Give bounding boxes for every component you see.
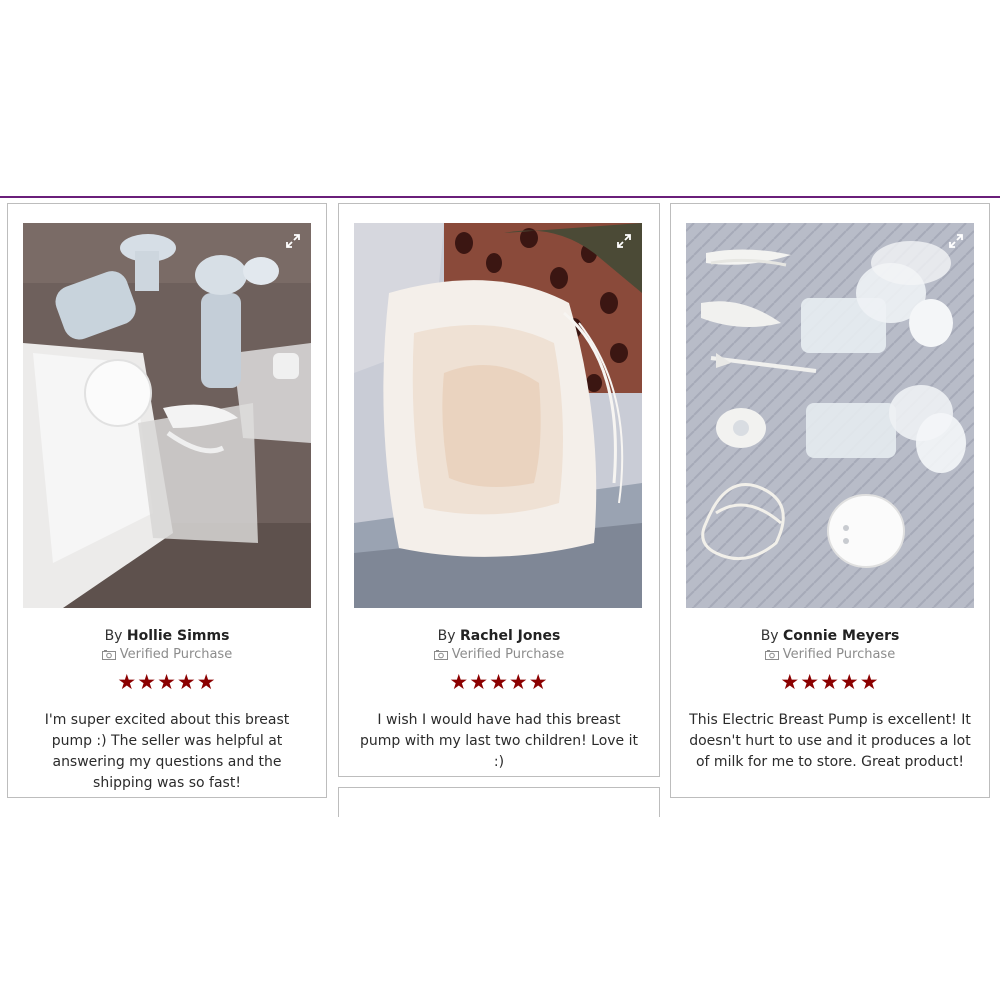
star-rating: ★★★★★ bbox=[780, 670, 880, 694]
review-author: By Connie Meyers bbox=[686, 628, 974, 644]
review-author: By Hollie Simms bbox=[23, 628, 311, 644]
review-text: I'm super excited about this breast pump… bbox=[44, 712, 290, 791]
reviewer-name: Rachel Jones bbox=[460, 628, 561, 644]
reviewer-name: Hollie Simms bbox=[126, 628, 230, 644]
camera-icon bbox=[101, 649, 116, 660]
review-photo-image bbox=[354, 223, 642, 608]
review-photo-image bbox=[686, 223, 974, 608]
review-card: By Connie Meyers Verified Purchase ★★★★★… bbox=[670, 203, 990, 798]
review-card: By Hollie Simms Verified Purchase ★★★★★ … bbox=[7, 203, 327, 798]
review-photo-image bbox=[23, 223, 311, 608]
star-rating: ★★★★★ bbox=[117, 670, 217, 694]
byline-prefix: By bbox=[437, 628, 456, 644]
camera-icon bbox=[764, 649, 779, 660]
review-text: I wish I would have had this breast pump… bbox=[360, 712, 638, 770]
review-photo[interactable] bbox=[23, 223, 311, 608]
review-card-partial bbox=[338, 787, 660, 817]
reviewer-name: Connie Meyers bbox=[783, 628, 900, 644]
verified-purchase: Verified Purchase bbox=[23, 647, 311, 662]
byline-prefix: By bbox=[104, 628, 123, 644]
expand-icon[interactable] bbox=[285, 233, 301, 249]
review-photo[interactable] bbox=[686, 223, 974, 608]
expand-icon[interactable] bbox=[948, 233, 964, 249]
verified-label: Verified Purchase bbox=[451, 647, 565, 662]
byline-prefix: By bbox=[760, 628, 779, 644]
expand-icon[interactable] bbox=[616, 233, 632, 249]
camera-icon bbox=[433, 649, 448, 660]
star-rating: ★★★★★ bbox=[449, 670, 549, 694]
verified-label: Verified Purchase bbox=[119, 647, 233, 662]
verified-purchase: Verified Purchase bbox=[354, 647, 644, 662]
review-author: By Rachel Jones bbox=[354, 628, 644, 644]
section-divider bbox=[0, 196, 1000, 198]
review-text: This Electric Breast Pump is excellent! … bbox=[689, 712, 971, 770]
verified-label: Verified Purchase bbox=[782, 647, 896, 662]
review-card: By Rachel Jones Verified Purchase ★★★★★ … bbox=[338, 203, 660, 777]
verified-purchase: Verified Purchase bbox=[686, 647, 974, 662]
review-photo[interactable] bbox=[354, 223, 642, 608]
